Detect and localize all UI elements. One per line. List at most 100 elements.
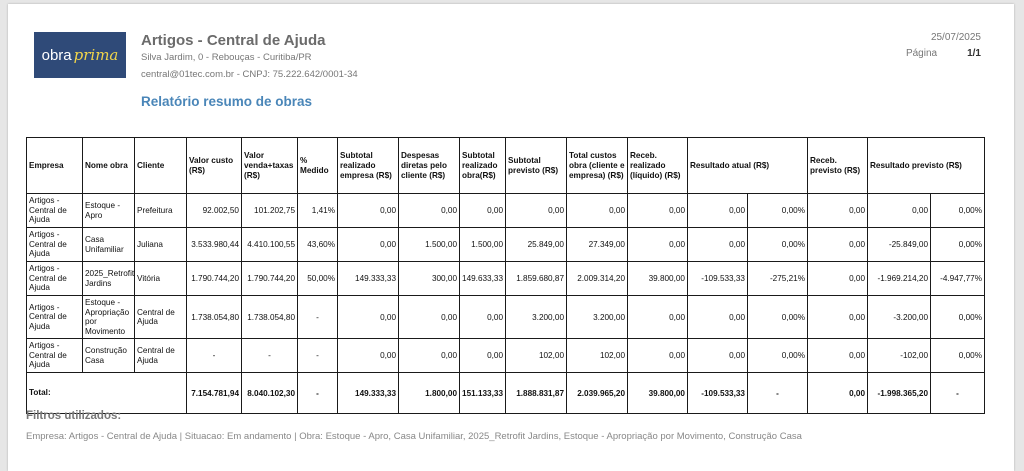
table-cell: 0,00% bbox=[746, 227, 809, 262]
logo-text-obra: obra bbox=[41, 46, 72, 64]
table-cell: Casa Unifamiliar bbox=[82, 227, 135, 262]
table-cell: - bbox=[297, 338, 338, 373]
table-cell: 0,00% bbox=[746, 193, 809, 228]
table-cell: -109.533,33 bbox=[687, 261, 748, 296]
table-cell: 0,00 bbox=[807, 227, 869, 262]
col-header-nome-obra: Nome obra bbox=[82, 137, 135, 194]
table-row: Artigos - Central de Ajuda Estoque - Apro… bbox=[26, 295, 986, 339]
table-cell: 1,41% bbox=[297, 193, 338, 228]
table-cell: 1.790.744,20 bbox=[186, 261, 242, 296]
table-cell: 102,00 bbox=[566, 338, 628, 373]
table-total-row: Total: 7.154.781,94 8.040.102,30-149.333,3… bbox=[26, 372, 986, 414]
table-cell: 0,00 bbox=[627, 295, 688, 339]
table-cell: Artigos - Central de Ajuda bbox=[26, 338, 83, 373]
total-cell: 7.154.781,94 bbox=[186, 372, 242, 414]
col-header-subtotal-empresa: Subtotal realizado empresa (R$) bbox=[337, 137, 399, 194]
table-cell: 0,00 bbox=[807, 295, 869, 339]
col-header-total-custos: Total custos obra (cliente e empresa) (R… bbox=[566, 137, 628, 194]
table-cell: -3.200,00 bbox=[867, 295, 932, 339]
table-cell: 0,00 bbox=[337, 193, 399, 228]
table-cell: 300,00 bbox=[398, 261, 460, 296]
table-cell: Artigos - Central de Ajuda bbox=[26, 261, 83, 296]
table-cell: 0,00 bbox=[459, 295, 506, 339]
report-title: Relatório resumo de obras bbox=[141, 94, 313, 109]
report-date: 25/07/2025 bbox=[930, 32, 981, 43]
table-cell: 149.333,33 bbox=[337, 261, 399, 296]
table-cell: 3.200,00 bbox=[505, 295, 567, 339]
table-cell: 0,00 bbox=[807, 338, 869, 373]
total-label: Total: bbox=[26, 372, 187, 414]
table-cell: 1.500,00 bbox=[459, 227, 506, 262]
table-cell: 0,00% bbox=[930, 338, 986, 373]
table-cell: Estoque - Apro bbox=[82, 193, 135, 228]
table-cell: 2025_Retrofit Jardins bbox=[82, 261, 135, 296]
table-cell: 0,00 bbox=[867, 193, 932, 228]
col-header-despesas: Despesas diretas pelo cliente (R$) bbox=[398, 137, 460, 194]
table-cell: 0,00 bbox=[337, 295, 399, 339]
total-cell: -109.533,33 bbox=[687, 372, 748, 414]
table-row: Artigos - Central de Ajuda Estoque - Apro… bbox=[26, 193, 986, 228]
table-cell: -25.849,00 bbox=[867, 227, 932, 262]
page-number: 1/1 bbox=[967, 48, 981, 59]
col-header-valor-venda: Valor venda+taxas (R$) bbox=[241, 137, 298, 194]
table-cell: 0,00 bbox=[807, 193, 869, 228]
table-cell: 3.533.980,44 bbox=[186, 227, 242, 262]
table-cell: Artigos - Central de Ajuda bbox=[26, 193, 83, 228]
table-cell: Prefeitura bbox=[134, 193, 187, 228]
page-label: Página bbox=[905, 48, 938, 59]
table-cell: 0,00 bbox=[398, 295, 460, 339]
table-cell: 25.849,00 bbox=[505, 227, 567, 262]
table-cell: 0,00 bbox=[398, 338, 460, 373]
table-cell: 0,00% bbox=[930, 227, 986, 262]
total-cell: - bbox=[746, 372, 809, 414]
table-cell: 1.500,00 bbox=[398, 227, 460, 262]
table-cell: 0,00% bbox=[930, 295, 986, 339]
table-cell: 0,00 bbox=[687, 227, 748, 262]
col-header-subtotal-obra: Subtotal realizado obra(R$) bbox=[459, 137, 506, 194]
table-cell: 0,00 bbox=[627, 338, 688, 373]
filters-title: Filtros utilizados: bbox=[26, 410, 122, 422]
table-cell: -102,00 bbox=[867, 338, 932, 373]
table-cell: -275,21% bbox=[746, 261, 809, 296]
table-row: Artigos - Central de Ajuda Construção Cas… bbox=[26, 338, 986, 373]
col-header-resultado-atual: Resultado atual (R$) bbox=[686, 137, 809, 194]
company-info: Artigos - Central de Ajuda Silva Jardim,… bbox=[141, 32, 358, 80]
logo-text-prima: prima bbox=[73, 46, 119, 64]
total-cell: -1.998.365,20 bbox=[867, 372, 932, 414]
table-cell: 0,00 bbox=[337, 338, 399, 373]
table-cell: 0,00 bbox=[505, 193, 567, 228]
table-cell: 0,00 bbox=[459, 338, 506, 373]
col-header-empresa: Empresa bbox=[26, 137, 83, 194]
table-cell: Artigos - Central de Ajuda bbox=[26, 295, 83, 339]
col-header-subtotal-previsto: Subtotal previsto (R$) bbox=[505, 137, 567, 194]
table-cell: 27.349,00 bbox=[566, 227, 628, 262]
col-header-medido: % Medido bbox=[297, 137, 338, 194]
table-cell: 50,00% bbox=[297, 261, 338, 296]
company-contact: central@01tec.com.br - CNPJ: 75.222.642/… bbox=[141, 69, 358, 80]
table-cell: 92.002,50 bbox=[186, 193, 242, 228]
table-cell: - bbox=[297, 295, 338, 339]
table-cell: Juliana bbox=[134, 227, 187, 262]
total-cell: - bbox=[297, 372, 338, 414]
table-header-row: Empresa Nome obra Cliente Valor custo (R… bbox=[26, 137, 986, 194]
table-cell: 149.633,33 bbox=[459, 261, 506, 296]
table-cell: 0,00 bbox=[459, 193, 506, 228]
table-cell: 43,60% bbox=[297, 227, 338, 262]
table-cell: 1.859.680,87 bbox=[505, 261, 567, 296]
table-cell: 0,00 bbox=[337, 227, 399, 262]
total-cell: 1.888.831,87 bbox=[505, 372, 567, 414]
table-cell: Central de Ajuda bbox=[134, 338, 187, 373]
table-cell: Estoque - Apropriação por Movimento bbox=[82, 295, 135, 339]
table-cell: 0,00 bbox=[566, 193, 628, 228]
table-cell: 0,00 bbox=[627, 227, 688, 262]
company-address: Silva Jardim, 0 - Rebouças - Curitiba/PR bbox=[141, 52, 312, 63]
table-cell: -4.947,77% bbox=[930, 261, 986, 296]
summary-table: Empresa Nome obra Cliente Valor custo (R… bbox=[26, 137, 986, 414]
company-logo: obra prima bbox=[34, 32, 126, 78]
table-cell: 0,00 bbox=[807, 261, 869, 296]
table-cell: 0,00% bbox=[746, 338, 809, 373]
col-header-valor-custo: Valor custo (R$) bbox=[186, 137, 242, 194]
table-cell: 1.738.054,80 bbox=[241, 295, 298, 339]
company-name: Artigos - Central de Ajuda bbox=[141, 32, 326, 49]
table-cell: 0,00 bbox=[627, 193, 688, 228]
